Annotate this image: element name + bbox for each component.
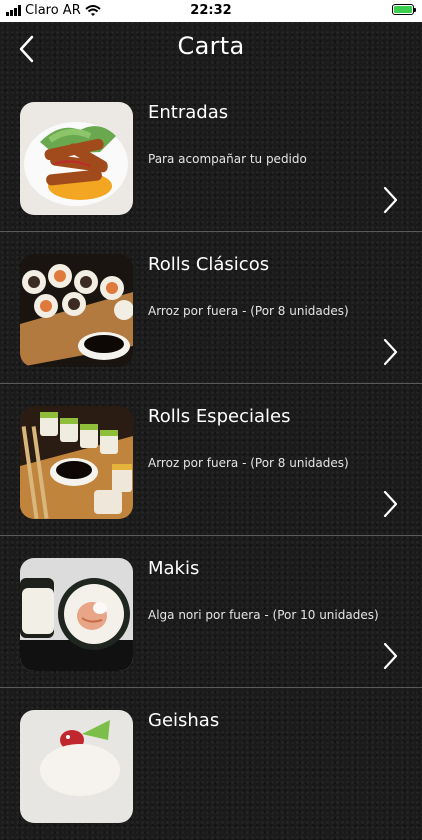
menu-list: Entradas Para acompañar tu pedido Rolls … (0, 80, 422, 840)
chevron-right-icon (383, 338, 398, 366)
menu-item-rolls-clasicos[interactable]: Rolls Clásicos Arroz por fuera - (Por 8 … (0, 232, 422, 384)
menu-item-makis[interactable]: Makis Alga nori por fuera - (Por 10 unid… (0, 536, 422, 688)
status-time: 22:32 (190, 3, 232, 18)
menu-item-rolls-especiales[interactable]: Rolls Especiales Arroz por fuera - (Por … (0, 384, 422, 536)
menu-item-title: Entradas (148, 102, 229, 123)
entradas-image (20, 102, 133, 215)
chevron-right-icon (383, 642, 398, 670)
menu-item-title: Makis (148, 558, 200, 579)
rolls-especiales-image (20, 406, 133, 519)
battery-icon (392, 4, 416, 15)
menu-item-subtitle: Para acompañar tu pedido (148, 152, 307, 166)
menu-item-subtitle: Arroz por fuera - (Por 8 unidades) (148, 304, 349, 318)
chevron-right-icon (383, 490, 398, 518)
chevron-right-icon (383, 186, 398, 214)
menu-item-title: Rolls Clásicos (148, 254, 270, 275)
status-bar: Claro AR 22:32 (0, 0, 422, 22)
menu-item-subtitle: Arroz por fuera - (Por 8 unidades) (148, 456, 349, 470)
menu-item-title: Geishas (148, 710, 220, 731)
menu-item-title: Rolls Especiales (148, 406, 291, 427)
page-title: Carta (177, 32, 245, 60)
rolls-clasicos-image (20, 254, 133, 367)
menu-item-entradas[interactable]: Entradas Para acompañar tu pedido (0, 80, 422, 232)
geishas-image (20, 710, 133, 823)
makis-image (20, 558, 133, 671)
menu-item-geishas[interactable]: Geishas (0, 688, 422, 840)
nav-bar: Carta (0, 22, 422, 78)
menu-item-subtitle: Alga nori por fuera - (Por 10 unidades) (148, 608, 379, 622)
